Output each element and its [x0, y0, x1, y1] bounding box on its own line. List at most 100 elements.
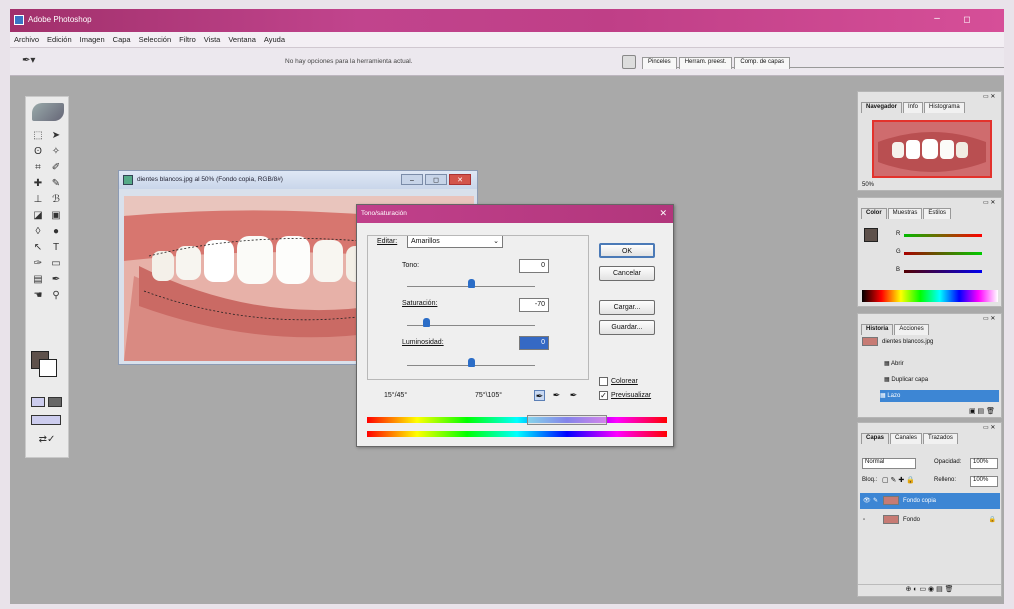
tab-color[interactable]: Color	[861, 208, 887, 219]
color-foreground-swatch[interactable]	[864, 228, 878, 242]
menu-ventana[interactable]: Ventana	[224, 32, 260, 44]
path-selection-tool-icon[interactable]: ↖	[30, 241, 46, 255]
screen-mode-icon[interactable]	[31, 415, 61, 425]
doc-close-button[interactable]: ✕	[449, 174, 471, 185]
eyedropper-icon[interactable]: ✒	[534, 390, 545, 401]
tab-herram-preest[interactable]: Herram. preest.	[678, 57, 733, 69]
dialog-close-icon[interactable]: ✕	[659, 208, 667, 219]
lock-icons[interactable]: ▢ ✎ ✚ 🔒	[882, 476, 915, 484]
color-spectrum[interactable]	[862, 290, 998, 302]
pen-tool-icon[interactable]: ✑	[30, 257, 46, 271]
healing-brush-tool-icon[interactable]: ✚	[30, 177, 46, 191]
menu-seleccion[interactable]: Selección	[135, 32, 176, 44]
adobe-feather-icon[interactable]	[32, 103, 64, 121]
history-item-selected[interactable]: ▦ Lazo	[880, 390, 999, 402]
notes-tool-icon[interactable]: ▤	[30, 273, 46, 287]
menu-filtro[interactable]: Filtro	[175, 32, 200, 44]
eyedropper-plus-icon[interactable]: ✒	[551, 390, 562, 401]
colorize-checkbox[interactable]	[599, 377, 608, 386]
tab-canales[interactable]: Canales	[890, 433, 923, 444]
gradient-tool-icon[interactable]: ▣	[48, 209, 64, 223]
history-item[interactable]: ▦ Duplicar capa	[884, 374, 999, 386]
magic-wand-tool-icon[interactable]: ✧	[48, 145, 64, 159]
eyedropper-tool-icon[interactable]: ✒	[48, 273, 64, 287]
blend-mode-select[interactable]: Normal	[862, 458, 916, 469]
marquee-tool-icon[interactable]: ⬚	[30, 129, 46, 143]
saturation-slider-thumb[interactable]	[423, 318, 431, 327]
tab-muestras[interactable]: Muestras	[887, 208, 923, 219]
layer-row[interactable]: ▫ Fondo 🔒	[860, 512, 1000, 528]
channel-b-slider[interactable]	[904, 270, 982, 273]
lightness-field[interactable]: 0	[519, 336, 549, 350]
eye-icon[interactable]: ▫	[863, 512, 873, 528]
range-slider[interactable]	[527, 415, 607, 425]
clone-stamp-tool-icon[interactable]: ⊥	[30, 193, 46, 207]
menu-vista[interactable]: Vista	[200, 32, 225, 44]
menu-archivo[interactable]: Archivo	[10, 32, 43, 44]
jump-to-imageready-icon[interactable]: ⇄✓	[30, 433, 64, 447]
channel-r-slider[interactable]	[904, 234, 982, 237]
dodge-tool-icon[interactable]: ●	[48, 225, 64, 239]
save-button[interactable]: Guardar...	[599, 320, 655, 335]
doc-maximize-button[interactable]: ◻	[425, 174, 447, 185]
palette-buttons[interactable]: ▭ ✕	[983, 424, 999, 431]
palette-buttons[interactable]: ▭ ✕	[983, 199, 999, 206]
tab-capas[interactable]: Capas	[861, 433, 890, 444]
eyedropper-minus-icon[interactable]: ✒	[568, 390, 579, 401]
quick-mask-mode-icon[interactable]	[48, 397, 62, 407]
tab-comp-de-capas[interactable]: Comp. de capas	[734, 57, 791, 69]
palette-well-icon[interactable]	[622, 55, 636, 69]
hue-field[interactable]: 0	[519, 259, 549, 273]
move-tool-icon[interactable]: ➤	[48, 129, 64, 143]
lasso-tool-icon[interactable]: ʘ	[30, 145, 46, 159]
load-button[interactable]: Cargar...	[599, 300, 655, 315]
saturation-field[interactable]: -70	[519, 298, 549, 312]
minimize-button[interactable]: –	[930, 12, 944, 26]
hue-slider-thumb[interactable]	[468, 279, 475, 288]
tab-pinceles[interactable]: Pinceles	[642, 57, 677, 69]
channel-g-slider[interactable]	[904, 252, 982, 255]
eye-icon[interactable]: 👁	[863, 493, 873, 509]
menu-ayuda[interactable]: Ayuda	[260, 32, 289, 44]
palette-buttons[interactable]: ▭ ✕	[983, 315, 999, 322]
history-footer-icons[interactable]: ▣ ▤ 🗑	[969, 407, 995, 415]
tab-estilos[interactable]: Estilos	[923, 208, 952, 219]
history-brush-tool-icon[interactable]: ℬ	[48, 193, 64, 207]
menu-edicion[interactable]: Edición	[43, 32, 76, 44]
type-tool-icon[interactable]: T	[48, 241, 64, 255]
hand-tool-icon[interactable]: ☚	[30, 289, 46, 303]
layers-footer-icons[interactable]: ⊕ ◐ ▭ ◉ ▤ 🗑	[858, 584, 1001, 596]
brush-tool-icon[interactable]: ✎	[48, 177, 64, 191]
menu-capa[interactable]: Capa	[109, 32, 135, 44]
tab-historia[interactable]: Historia	[861, 324, 894, 335]
background-color-swatch[interactable]	[39, 359, 57, 377]
eyedropper-tool-preset-icon[interactable]: ✒▾	[22, 55, 44, 69]
tab-navegador[interactable]: Navegador	[861, 102, 903, 113]
history-snapshot[interactable]: dientes blancos.jpg	[862, 336, 999, 348]
blur-tool-icon[interactable]: ◊	[30, 225, 46, 239]
crop-tool-icon[interactable]: ⌗	[30, 161, 46, 175]
eraser-tool-icon[interactable]: ◪	[30, 209, 46, 223]
zoom-tool-icon[interactable]: ⚲	[48, 289, 64, 303]
layer-row-selected[interactable]: 👁 ✎ Fondo copia	[860, 493, 1000, 509]
lightness-slider-thumb[interactable]	[468, 358, 475, 367]
ok-button[interactable]: OK	[599, 243, 655, 258]
tab-acciones[interactable]: Acciones	[894, 324, 929, 335]
preview-checkbox[interactable]: ✓	[599, 391, 608, 400]
doc-minimize-button[interactable]: –	[401, 174, 423, 185]
tab-histograma[interactable]: Histograma	[924, 102, 965, 113]
cancel-button[interactable]: Cancelar	[599, 266, 655, 281]
standard-mode-icon[interactable]	[31, 397, 45, 407]
tab-info[interactable]: Info	[903, 102, 924, 113]
fill-field[interactable]: 100%	[970, 476, 998, 487]
zoom-readout[interactable]: 50%	[862, 182, 874, 188]
navigator-preview[interactable]	[872, 120, 992, 178]
tab-trazados[interactable]: Trazados	[923, 433, 958, 444]
maximize-button[interactable]: ◻	[960, 12, 974, 26]
shape-tool-icon[interactable]: ▭	[48, 257, 64, 271]
menu-imagen[interactable]: Imagen	[76, 32, 109, 44]
opacity-field[interactable]: 100%	[970, 458, 998, 469]
history-item[interactable]: ▦ Abrir	[884, 358, 999, 370]
slice-tool-icon[interactable]: ✐	[48, 161, 64, 175]
palette-buttons[interactable]: ▭ ✕	[983, 93, 999, 100]
